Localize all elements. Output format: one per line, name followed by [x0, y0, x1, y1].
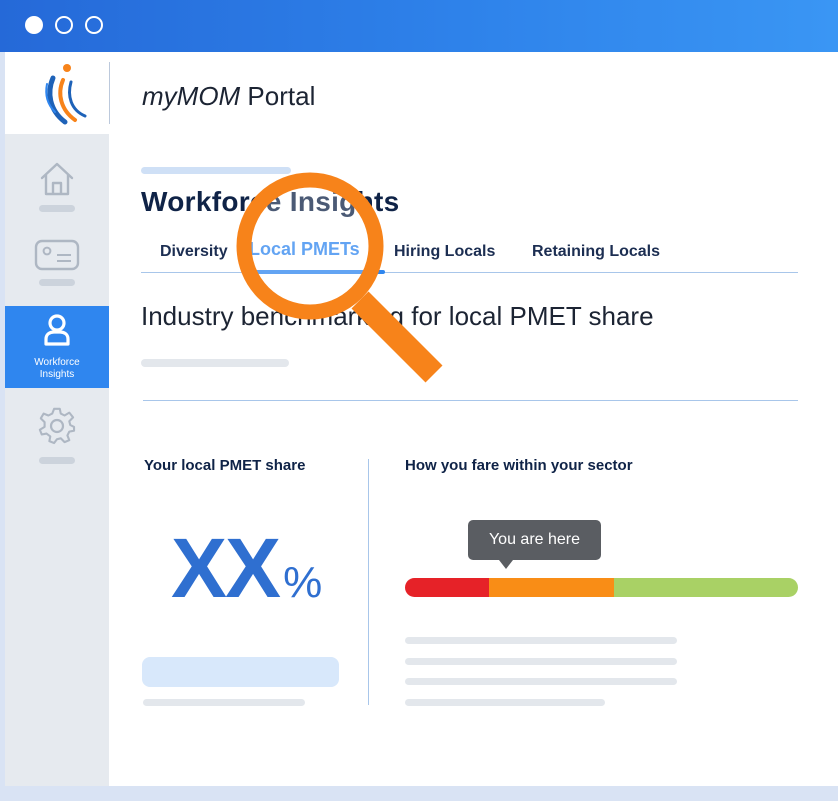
text-placeholder [405, 637, 677, 644]
app-window: myMOM Portal Workforce Insights Workforc… [0, 0, 838, 801]
sidebar-item-workforce-insights[interactable]: Workforce Insights [5, 306, 109, 388]
breadcrumb-placeholder [141, 167, 291, 174]
tab-hiring-locals[interactable]: Hiring Locals [394, 243, 495, 261]
text-placeholder [405, 678, 677, 685]
sector-comparison-label: How you fare within your sector [405, 457, 633, 474]
card-divider [368, 459, 369, 705]
tooltip-pointer [499, 560, 513, 569]
text-placeholder [143, 699, 305, 706]
home-icon [40, 162, 74, 196]
text-placeholder [141, 359, 289, 367]
window-minimize-button[interactable] [55, 16, 73, 34]
mom-logo [45, 64, 87, 125]
ranking-segment-mid [489, 578, 614, 597]
person-icon [44, 314, 70, 346]
you-are-here-tooltip: You are here [468, 520, 601, 560]
main-content: Workforce Insights Diversity Local PMETs… [109, 134, 838, 786]
header-divider [109, 62, 110, 124]
local-pmet-share-value: XX% [171, 520, 322, 617]
app-title: myMOM Portal [142, 81, 316, 111]
ranking-segment-low [405, 578, 489, 597]
gear-icon [38, 407, 76, 445]
active-tab-indicator [249, 270, 385, 274]
section-heading: Industry benchmarking for local PMET sha… [141, 301, 654, 331]
sidebar-item-settings[interactable] [5, 404, 109, 470]
share-unit: % [283, 558, 323, 607]
id-card-icon [34, 239, 80, 271]
page-title: Workforce Insights [141, 186, 400, 217]
sector-ranking-bar [405, 578, 798, 597]
section-divider [143, 400, 798, 401]
sidebar-item-label: Insights [39, 369, 75, 380]
text-placeholder [405, 658, 677, 665]
share-number: XX [171, 521, 281, 615]
window-maximize-button[interactable] [85, 16, 103, 34]
nav-label-placeholder [39, 205, 75, 212]
sidebar-item-label: Workforce [34, 357, 80, 368]
tab-bar-divider [141, 272, 798, 273]
sidebar: Workforce Insights [5, 134, 109, 786]
nav-label-placeholder [39, 457, 75, 464]
local-pmet-share-label: Your local PMET share [144, 457, 306, 474]
details-button-placeholder[interactable] [142, 657, 339, 687]
ranking-segment-high [614, 578, 798, 597]
sidebar-item-home[interactable] [5, 152, 109, 222]
app-header: myMOM Portal [5, 52, 838, 134]
text-placeholder [405, 699, 605, 706]
sidebar-item-profile[interactable] [5, 230, 109, 296]
tab-diversity[interactable]: Diversity [160, 243, 228, 261]
tab-local-pmets[interactable]: Local PMETs [249, 239, 360, 260]
window-title-bar [0, 0, 838, 52]
nav-label-placeholder [39, 279, 75, 286]
tab-retaining-locals[interactable]: Retaining Locals [532, 243, 660, 261]
window-close-button[interactable] [25, 16, 43, 34]
